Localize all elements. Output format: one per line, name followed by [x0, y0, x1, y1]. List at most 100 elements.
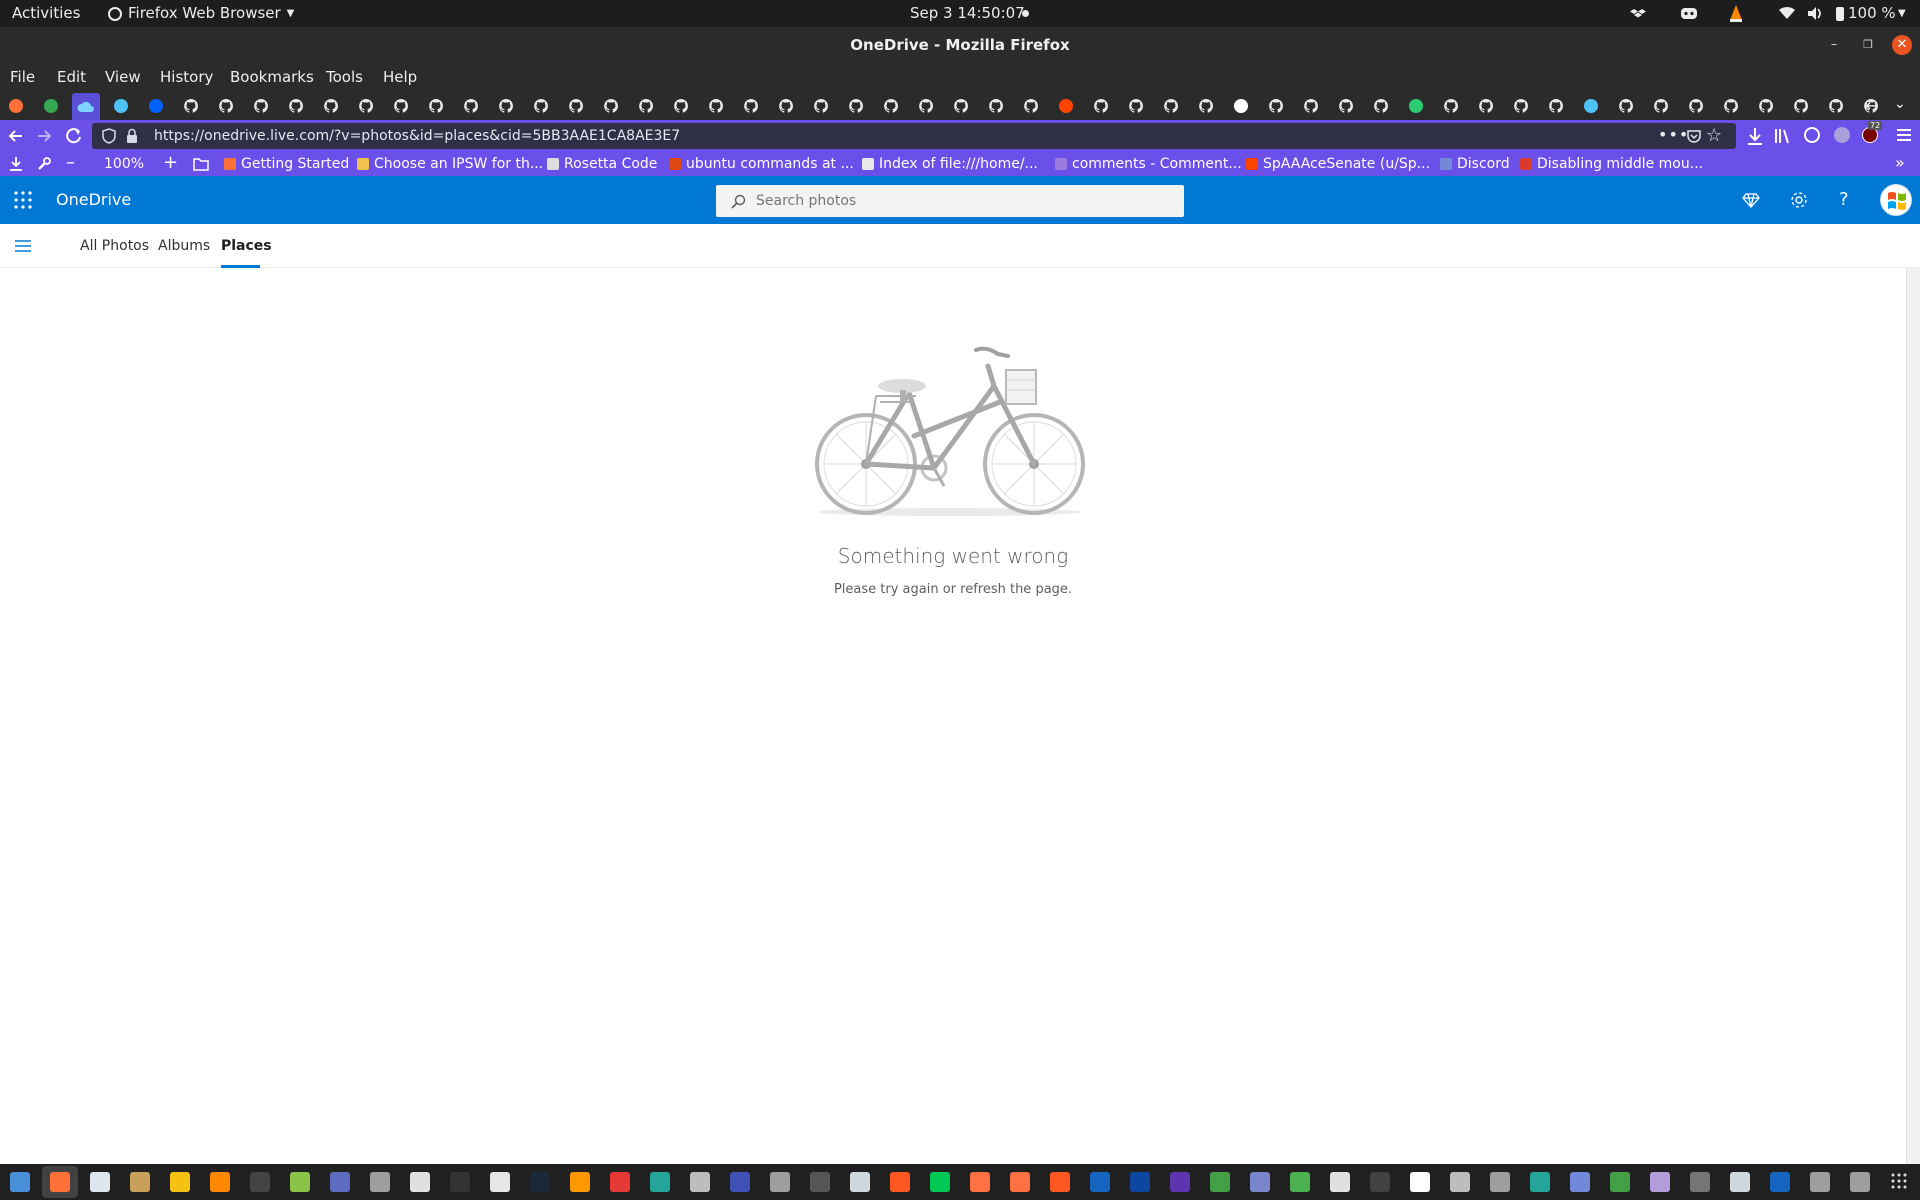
dock-app-icon[interactable]: [610, 1172, 630, 1192]
pinned-tab-github[interactable]: [947, 94, 975, 118]
pinned-tab-github[interactable]: [877, 94, 905, 118]
app-launcher-icon[interactable]: [14, 191, 32, 209]
dock-app-icon[interactable]: [930, 1172, 950, 1192]
dock-app-icon[interactable]: [290, 1172, 310, 1192]
pinned-tab-github[interactable]: [1367, 94, 1395, 118]
pinned-tab-github[interactable]: [1332, 94, 1360, 118]
search-box[interactable]: [716, 185, 1184, 217]
user-avatar[interactable]: [1880, 184, 1912, 216]
show-applications-icon[interactable]: [1890, 1172, 1908, 1190]
dock-app-icon[interactable]: [10, 1172, 30, 1192]
pinned-tab-github[interactable]: [1437, 94, 1465, 118]
new-folder-icon[interactable]: [193, 157, 209, 171]
pinned-tab-github[interactable]: [842, 94, 870, 118]
dock-app-icon[interactable]: [1050, 1172, 1070, 1192]
pinned-tab-github[interactable]: [247, 94, 275, 118]
page-actions-icon[interactable]: •••: [1658, 123, 1689, 149]
wrench-icon[interactable]: [36, 156, 52, 172]
tab-scroll-left-icon[interactable]: ⇤: [1864, 96, 1877, 115]
dock-app-icon[interactable]: [250, 1172, 270, 1192]
pinned-tab-github[interactable]: [457, 94, 485, 118]
dock-app-icon[interactable]: [1850, 1172, 1870, 1192]
search-input[interactable]: [756, 185, 1176, 217]
dock-app-icon[interactable]: [530, 1172, 550, 1192]
dock-app-icon[interactable]: [1090, 1172, 1110, 1192]
dock-app-icon[interactable]: [1570, 1172, 1590, 1192]
pinned-tab-github[interactable]: [492, 94, 520, 118]
pinned-tab[interactable]: [2, 94, 30, 118]
menu-history[interactable]: History: [160, 64, 213, 90]
dock-app-icon[interactable]: [1130, 1172, 1150, 1192]
tab-places[interactable]: Places: [221, 224, 272, 268]
dock-app-icon[interactable]: [90, 1172, 110, 1192]
menu-view[interactable]: View: [105, 64, 141, 90]
pinned-tab-github[interactable]: [1087, 94, 1115, 118]
premium-diamond-icon[interactable]: [1742, 191, 1760, 209]
zoom-out-icon[interactable]: –: [66, 152, 75, 176]
pinned-tab-github[interactable]: [1192, 94, 1220, 118]
pinned-tab-github[interactable]: [1017, 94, 1045, 118]
bookmark-item[interactable]: Choose an IPSW for th...: [357, 152, 543, 176]
onedrive-brand[interactable]: OneDrive: [56, 176, 131, 224]
dock-app-icon[interactable]: [1690, 1172, 1710, 1192]
extension-icon[interactable]: [1834, 127, 1850, 143]
lock-icon[interactable]: [126, 128, 138, 144]
pinned-tab[interactable]: [1052, 94, 1080, 118]
dock-app-icon[interactable]: [1810, 1172, 1830, 1192]
bookmark-item[interactable]: comments - Comment...: [1055, 152, 1242, 176]
dock-app-icon[interactable]: [1490, 1172, 1510, 1192]
dock-app-icon[interactable]: [850, 1172, 870, 1192]
restore-icon[interactable]: ❐: [1858, 35, 1878, 55]
vlc-tray-icon[interactable]: [1728, 0, 1744, 27]
account-icon[interactable]: [1804, 127, 1820, 143]
dock-app-icon[interactable]: [410, 1172, 430, 1192]
pinned-tab-github[interactable]: [387, 94, 415, 118]
pinned-tab-github[interactable]: [352, 94, 380, 118]
settings-gear-icon[interactable]: [1789, 190, 1809, 210]
pinned-tab-github[interactable]: [667, 94, 695, 118]
dock-app-icon[interactable]: [450, 1172, 470, 1192]
dock-app-icon[interactable]: [570, 1172, 590, 1192]
pinned-tab-github[interactable]: [1787, 94, 1815, 118]
dock-app-icon[interactable]: [1210, 1172, 1230, 1192]
save-page-icon[interactable]: [8, 156, 24, 172]
battery-indicator[interactable]: 100 %: [1836, 0, 1896, 27]
reload-button[interactable]: [64, 126, 84, 146]
pinned-tab-github[interactable]: [317, 94, 345, 118]
close-icon[interactable]: ✕: [1892, 35, 1912, 55]
pinned-tab-github[interactable]: [1157, 94, 1185, 118]
menu-file[interactable]: File: [10, 64, 35, 90]
dock-app-icon[interactable]: [1170, 1172, 1190, 1192]
pinned-tab-github[interactable]: [912, 94, 940, 118]
list-all-tabs-icon[interactable]: ⌄: [1894, 96, 1906, 112]
dock-app-icon[interactable]: [970, 1172, 990, 1192]
url-bar[interactable]: https://onedrive.live.com/?v=photos&id=p…: [92, 123, 1736, 149]
page-scrollbar[interactable]: [1906, 268, 1920, 1164]
pinned-tab-github[interactable]: [737, 94, 765, 118]
bookmarks-overflow-icon[interactable]: »: [1895, 152, 1905, 176]
pinned-tab-github[interactable]: [807, 94, 835, 118]
dock-app-icon[interactable]: [1290, 1172, 1310, 1192]
pinned-tab[interactable]: [1402, 94, 1430, 118]
discord-tray-icon[interactable]: [1680, 0, 1698, 27]
hamburger-menu-icon[interactable]: [1896, 127, 1912, 143]
pinned-tab-github[interactable]: [1507, 94, 1535, 118]
pinned-tab-github[interactable]: [1682, 94, 1710, 118]
dock-app-icon[interactable]: [1610, 1172, 1630, 1192]
dock-app-icon[interactable]: [1770, 1172, 1790, 1192]
pinned-tab-github[interactable]: [1297, 94, 1325, 118]
dock-app-icon[interactable]: [130, 1172, 150, 1192]
dock-app-icon[interactable]: [1250, 1172, 1270, 1192]
bookmark-star-icon[interactable]: ☆: [1706, 126, 1722, 146]
menu-bookmarks[interactable]: Bookmarks: [230, 64, 314, 90]
bookmark-item[interactable]: Index of file:///home/...: [862, 152, 1038, 176]
pinned-tab[interactable]: [107, 94, 135, 118]
bookmark-item[interactable]: Rosetta Code: [547, 152, 657, 176]
dock-app-icon[interactable]: [490, 1172, 510, 1192]
dock-app-icon[interactable]: [1530, 1172, 1550, 1192]
zoom-in-icon[interactable]: +: [163, 152, 178, 176]
pinned-tab-github[interactable]: [772, 94, 800, 118]
tab-all-photos[interactable]: All Photos: [80, 224, 149, 268]
shield-icon[interactable]: [102, 128, 116, 144]
pinned-tab-github[interactable]: [422, 94, 450, 118]
